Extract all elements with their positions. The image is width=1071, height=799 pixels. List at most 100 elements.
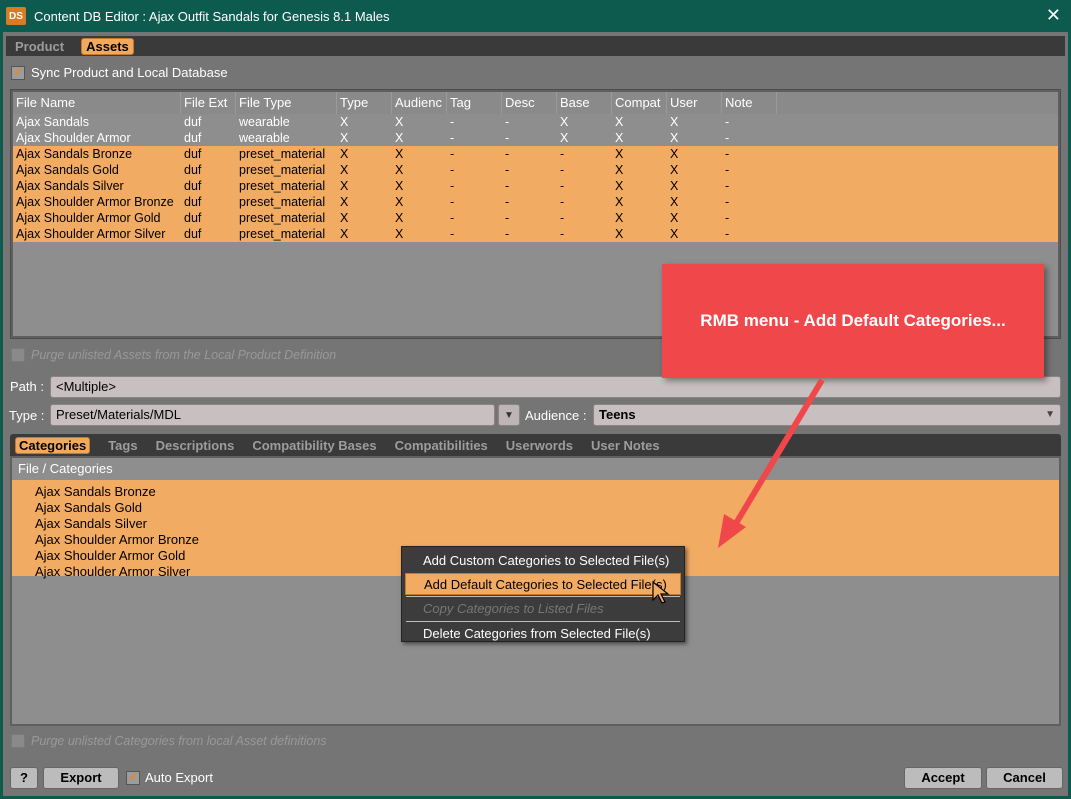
table-row[interactable]: Ajax Sandals Bronze duf preset_material X X -… — [13, 146, 1058, 162]
column-header[interactable]: Desc — [502, 92, 557, 114]
table-cell: wearable — [239, 115, 290, 129]
sync-option[interactable]: Sync Product and Local Database — [11, 64, 228, 80]
table-cell: Ajax Shoulder Armor — [16, 131, 131, 145]
table-row[interactable]: Ajax Shoulder Armor Bronze duf preset_mate… — [13, 194, 1058, 210]
table-cell: - — [450, 179, 455, 193]
table-cell: X — [560, 131, 569, 145]
purge-categories-option: Purge unlisted Categories from local Ass… — [11, 734, 327, 748]
chevron-down-icon: ▼ — [1045, 409, 1055, 420]
table-cell: X — [670, 163, 679, 177]
path-field[interactable]: <Multiple> — [50, 376, 1061, 398]
table-cell: X — [670, 195, 679, 209]
assets-table-header: File Name File Ext File Type Type Audienc Tag… — [13, 92, 1058, 114]
table-cell: X — [340, 115, 349, 129]
tab-userwords[interactable]: Userwords — [506, 438, 573, 453]
table-cell: Ajax Sandals — [16, 115, 89, 129]
column-header[interactable]: File Ext — [181, 92, 236, 114]
tab-tags[interactable]: Tags — [108, 438, 137, 453]
type-field[interactable]: Preset/Materials/MDL — [50, 404, 495, 426]
menu-separator — [406, 596, 680, 597]
table-cell: - — [560, 163, 565, 177]
table-cell: duf — [184, 115, 202, 129]
table-cell: X — [670, 147, 679, 161]
column-header[interactable]: Compat — [612, 92, 667, 114]
column-header[interactable]: Type — [337, 92, 392, 114]
table-cell: X — [615, 211, 624, 225]
chevron-down-icon: ▼ — [504, 409, 514, 421]
app-logo: DS — [6, 7, 26, 25]
table-cell: X — [670, 131, 679, 145]
tab-compatibilities[interactable]: Compatibilities — [395, 438, 488, 453]
column-header[interactable]: Tag — [447, 92, 502, 114]
window-title: Content DB Editor : Ajax Outfit Sandals … — [34, 8, 390, 24]
table-cell: Ajax Sandals Bronze — [16, 147, 133, 161]
path-label: Path : — [10, 379, 44, 394]
menu-item-add-custom-categories[interactable]: Add Custom Categories to Selected File(s… — [405, 550, 681, 572]
cancel-button[interactable]: Cancel — [986, 767, 1063, 789]
auto-export-option[interactable]: Auto Export — [126, 769, 213, 785]
table-cell: Ajax Shoulder Armor Gold — [16, 211, 161, 225]
tab-user-notes[interactable]: User Notes — [591, 438, 660, 453]
table-cell: - — [560, 147, 565, 161]
table-cell: X — [340, 211, 349, 225]
table-cell: - — [450, 131, 455, 145]
table-cell: duf — [184, 147, 202, 161]
tab-product[interactable]: Product — [12, 39, 67, 54]
table-row[interactable]: Ajax Sandals Gold duf preset_material X X - - -… — [13, 162, 1058, 178]
close-icon[interactable]: ✕ — [1046, 5, 1061, 26]
purge-categories-label: Purge unlisted Categories from local Ass… — [31, 734, 327, 748]
table-cell: - — [505, 131, 510, 145]
table-cell: X — [670, 115, 679, 129]
column-header[interactable]: User — [667, 92, 722, 114]
table-row[interactable]: Ajax Shoulder Armor Silver duf preset_mate… — [13, 226, 1058, 242]
table-cell: - — [560, 179, 565, 193]
column-header[interactable]: File Type — [236, 92, 337, 114]
table-cell: X — [670, 179, 679, 193]
table-cell: - — [725, 227, 730, 241]
help-button[interactable]: ? — [10, 767, 38, 789]
mouse-cursor-icon — [652, 580, 670, 604]
table-cell: X — [340, 195, 349, 209]
table-cell: X — [395, 211, 404, 225]
list-item[interactable]: Ajax Sandals Silver — [12, 516, 1059, 532]
list-item[interactable]: Ajax Sandals Bronze — [12, 484, 1059, 500]
sync-checkbox[interactable] — [11, 64, 25, 80]
tab-categories[interactable]: Categories — [15, 436, 91, 454]
table-cell: X — [340, 227, 349, 241]
table-cell: X — [340, 147, 349, 161]
tab-assets[interactable]: Assets — [81, 37, 134, 55]
accept-button[interactable]: Accept — [904, 767, 982, 789]
table-cell: - — [450, 163, 455, 177]
table-cell: duf — [184, 179, 202, 193]
column-header[interactable]: Base — [557, 92, 612, 114]
tab-compatibility-bases[interactable]: Compatibility Bases — [252, 438, 376, 453]
column-header[interactable]: Note — [722, 92, 777, 114]
tab-descriptions[interactable]: Descriptions — [156, 438, 235, 453]
top-tab-bar: Product Assets — [6, 36, 1065, 56]
menu-item-delete-categories[interactable]: Delete Categories from Selected File(s) — [405, 623, 681, 645]
type-dropdown-button[interactable]: ▼ — [498, 404, 520, 426]
table-cell: - — [450, 227, 455, 241]
audience-select[interactable]: Teens ▼ — [593, 404, 1061, 426]
table-row[interactable]: Ajax Shoulder Armor duf wearable X X - - X X X - — [13, 130, 1058, 146]
table-cell: X — [615, 179, 624, 193]
table-cell: X — [670, 227, 679, 241]
table-cell: - — [505, 115, 510, 129]
column-header[interactable]: Audienc — [392, 92, 447, 114]
table-cell: X — [395, 131, 404, 145]
table-row[interactable]: Ajax Sandals duf wearable X X - - X X X - — [13, 114, 1058, 130]
list-item[interactable]: Ajax Sandals Gold — [12, 500, 1059, 516]
auto-export-checkbox[interactable] — [126, 769, 140, 785]
table-cell: - — [505, 147, 510, 161]
table-row[interactable]: Ajax Sandals Silver duf preset_material X X -… — [13, 178, 1058, 194]
export-button[interactable]: Export — [43, 767, 119, 789]
table-cell: - — [725, 195, 730, 209]
column-header[interactable]: File Name — [13, 92, 181, 114]
assets-table-body: Ajax Sandals duf wearable X X - - X X X - Ajax Shou… — [13, 114, 1058, 242]
menu-item-add-default-categories[interactable]: Add Default Categories to Selected File(… — [405, 573, 681, 595]
table-cell: X — [395, 115, 404, 129]
table-cell: - — [560, 195, 565, 209]
table-cell: X — [395, 179, 404, 193]
table-row[interactable]: Ajax Shoulder Armor Gold duf preset_materi… — [13, 210, 1058, 226]
table-cell: - — [560, 211, 565, 225]
